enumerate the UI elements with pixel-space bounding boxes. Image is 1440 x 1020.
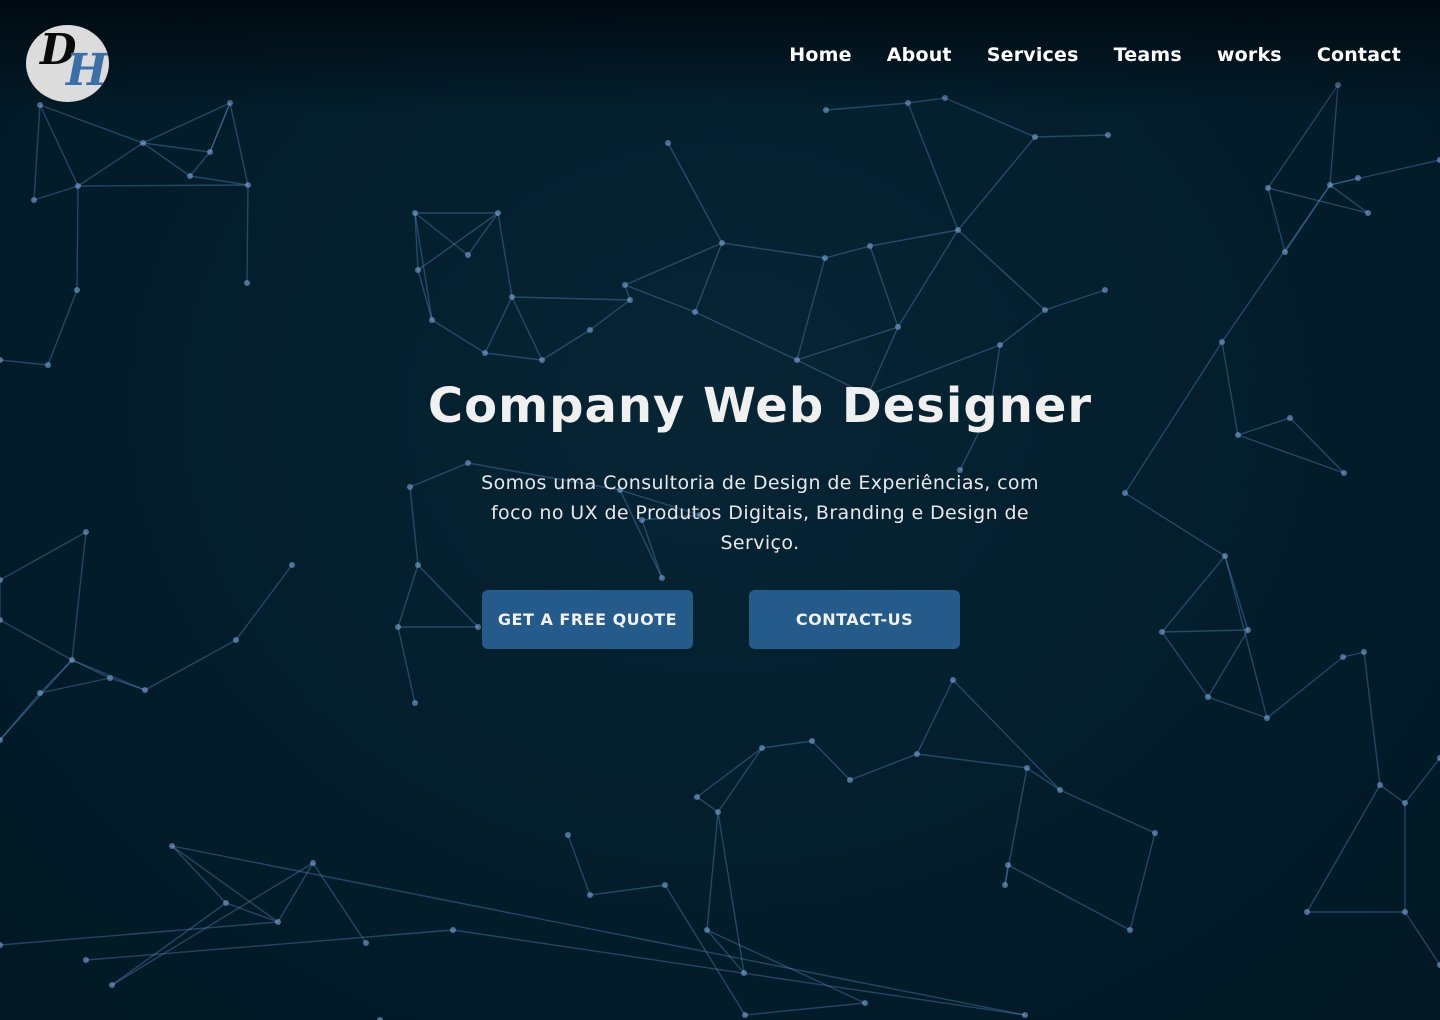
nav-item-home[interactable]: Home (789, 44, 851, 66)
nav-item-services[interactable]: Services (987, 44, 1079, 66)
logo-letter-h: H (66, 45, 108, 96)
logo[interactable]: D H (26, 25, 109, 102)
get-free-quote-button[interactable]: GET A FREE QUOTE (482, 590, 693, 649)
hero-section: D H Home About Services Teams works Cont… (0, 0, 1440, 1020)
contact-us-button[interactable]: CONTACT-US (749, 590, 960, 649)
main-nav: Home About Services Teams works Contact (789, 44, 1401, 66)
nav-item-teams[interactable]: Teams (1114, 44, 1182, 66)
nav-item-contact[interactable]: Contact (1317, 44, 1401, 66)
nav-item-works[interactable]: works (1217, 44, 1282, 66)
hero-subtitle: Somos uma Consultoria de Design de Exper… (481, 472, 1039, 554)
nav-item-about[interactable]: About (887, 44, 952, 66)
hero-title: Company Web Designer (427, 378, 1093, 434)
